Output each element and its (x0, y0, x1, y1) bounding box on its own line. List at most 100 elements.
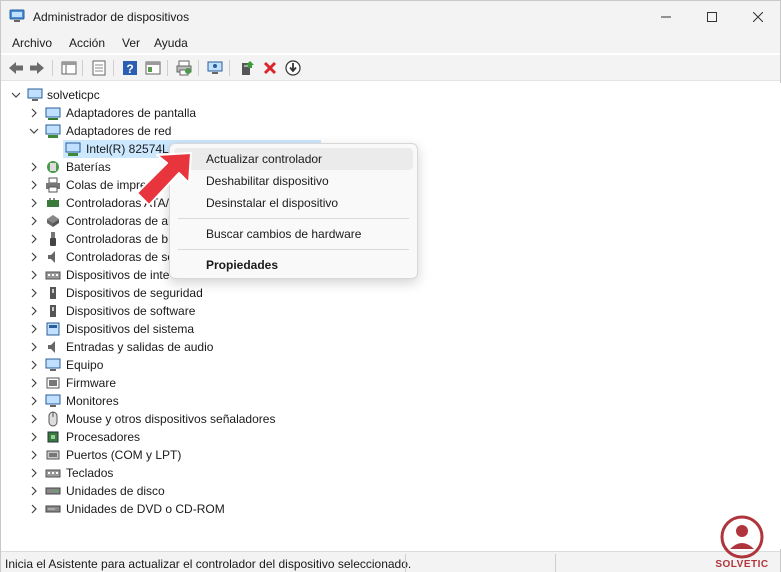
menu-item-properties[interactable]: Propiedades (174, 254, 413, 276)
forward-icon[interactable] (28, 59, 46, 77)
chevron-right-icon[interactable] (29, 432, 39, 442)
usb-controller-icon (50, 232, 56, 246)
tree-category-label: Dispositivos de inte (66, 268, 170, 282)
computer-icon (27, 88, 43, 101)
tree-category-label: Equipo (66, 358, 104, 372)
print-icon[interactable] (175, 59, 193, 77)
maximize-button[interactable] (689, 1, 735, 33)
red-arrow-annotation-icon (136, 152, 192, 206)
menu-bar: Archivo Acción Ver Ayuda (1, 33, 780, 53)
chevron-right-icon[interactable] (29, 468, 39, 478)
chevron-right-icon[interactable] (29, 360, 39, 370)
menu-item-label: Desinstalar el dispositivo (206, 196, 339, 210)
chevron-right-icon[interactable] (29, 198, 39, 208)
tree-category-label: Baterías (66, 160, 111, 174)
tree-category-row[interactable]: Procesadores (1, 428, 401, 446)
download-driver-icon[interactable] (284, 59, 302, 77)
network-adapter-icon (65, 142, 81, 156)
menu-item-update-driver[interactable]: Actualizar controlador (174, 148, 413, 170)
toolbar: ? (1, 55, 780, 81)
scan-hardware-icon[interactable] (206, 59, 224, 77)
tree-category-label: Controladoras de so (66, 250, 175, 264)
tree-category-row[interactable]: Unidades de DVD o CD-ROM (1, 500, 401, 518)
tree-category-row[interactable]: Unidades de disco (1, 482, 401, 500)
context-menu: Actualizar controlador Deshabilitar disp… (169, 143, 418, 279)
status-divider (405, 554, 406, 572)
menu-accion[interactable]: Acción (69, 36, 105, 50)
storage-controller-icon (47, 215, 59, 227)
chevron-right-icon[interactable] (29, 504, 39, 514)
chevron-right-icon[interactable] (29, 342, 39, 352)
chevron-down-icon[interactable] (29, 126, 39, 136)
update-driver-icon[interactable] (238, 59, 256, 77)
watermark-text: SOLVETIC (715, 559, 769, 570)
menu-item-disable-device[interactable]: Deshabilitar dispositivo (174, 170, 413, 192)
tree-category-label: Mouse y otros dispositivos señaladores (66, 412, 276, 426)
minimize-button[interactable] (643, 1, 689, 33)
document-list-icon[interactable] (90, 59, 108, 77)
svg-text:?: ? (126, 62, 133, 76)
toolbar-separator (229, 60, 230, 76)
tree-category-row[interactable]: Equipo (1, 356, 401, 374)
tree-category-row[interactable]: Entradas y salidas de audio (1, 338, 401, 356)
chevron-right-icon[interactable] (29, 324, 39, 334)
printer-icon (46, 177, 60, 193)
help-icon[interactable]: ? (121, 59, 139, 77)
back-icon[interactable] (7, 59, 25, 77)
properties-pane-icon[interactable] (60, 59, 78, 77)
menu-archivo[interactable]: Archivo (12, 36, 52, 50)
disk-drive-icon (45, 487, 61, 495)
chevron-right-icon[interactable] (29, 378, 39, 388)
ide-controller-icon (47, 198, 59, 207)
tree-category-row[interactable]: Mouse y otros dispositivos señaladores (1, 410, 401, 428)
chevron-right-icon[interactable] (29, 396, 39, 406)
menu-ver[interactable]: Ver (122, 36, 140, 50)
tree-category-label: Unidades de disco (66, 484, 165, 498)
tree-category-label: Adaptadores de pantalla (66, 106, 197, 120)
menu-item-scan-hardware[interactable]: Buscar cambios de hardware (174, 223, 413, 245)
chevron-right-icon[interactable] (29, 288, 39, 298)
tree-category-label: Adaptadores de red (66, 124, 172, 138)
tree-category-row[interactable]: Monitores (1, 392, 401, 410)
tree-category-row[interactable]: Adaptadores de red (1, 122, 401, 140)
tree-category-row[interactable]: Dispositivos de software (1, 302, 401, 320)
uninstall-device-icon[interactable] (261, 59, 279, 77)
tree-category-row[interactable]: Teclados (1, 464, 401, 482)
chevron-right-icon[interactable] (29, 252, 39, 262)
chevron-right-icon[interactable] (29, 450, 39, 460)
audio-icon (48, 341, 55, 353)
chevron-down-icon[interactable] (11, 90, 21, 100)
device-manager-window: Administrador de dispositivos Archivo Ac… (0, 0, 781, 572)
tree-root-row[interactable]: solveticpc (1, 86, 401, 104)
network-adapter-icon (45, 124, 61, 138)
window-title: Administrador de dispositivos (33, 10, 190, 24)
menu-item-label: Actualizar controlador (206, 152, 323, 166)
firmware-icon (46, 377, 60, 389)
tree-category-row[interactable]: Firmware (1, 374, 401, 392)
tree-category-label: Dispositivos del sistema (66, 322, 195, 336)
tree-category-label: Controladoras de b (66, 232, 169, 246)
close-button[interactable] (735, 1, 781, 33)
chevron-right-icon[interactable] (29, 414, 39, 424)
chevron-right-icon[interactable] (29, 162, 39, 172)
chevron-right-icon[interactable] (29, 270, 39, 280)
tree-category-row[interactable]: Dispositivos de seguridad (1, 284, 401, 302)
tree-category-label: Unidades de DVD o CD-ROM (66, 502, 225, 516)
chevron-right-icon[interactable] (29, 234, 39, 244)
chevron-right-icon[interactable] (29, 486, 39, 496)
tree-category-label: Controladoras de al (66, 214, 171, 228)
tree-category-row[interactable]: Puertos (COM y LPT) (1, 446, 401, 464)
view-panel-icon[interactable] (144, 59, 162, 77)
tree-category-row[interactable]: Dispositivos del sistema (1, 320, 401, 338)
chevron-right-icon[interactable] (29, 108, 39, 118)
chevron-right-icon[interactable] (29, 216, 39, 226)
tree-category-label: Dispositivos de seguridad (66, 286, 203, 300)
menu-ayuda[interactable]: Ayuda (154, 36, 188, 50)
close-icon (753, 12, 763, 22)
tree-category-row[interactable]: Adaptadores de pantalla (1, 104, 401, 122)
title-bar: Administrador de dispositivos (1, 1, 780, 33)
minimize-icon (661, 16, 671, 18)
chevron-right-icon[interactable] (29, 180, 39, 190)
menu-item-uninstall-device[interactable]: Desinstalar el dispositivo (174, 192, 413, 214)
chevron-right-icon[interactable] (29, 306, 39, 316)
